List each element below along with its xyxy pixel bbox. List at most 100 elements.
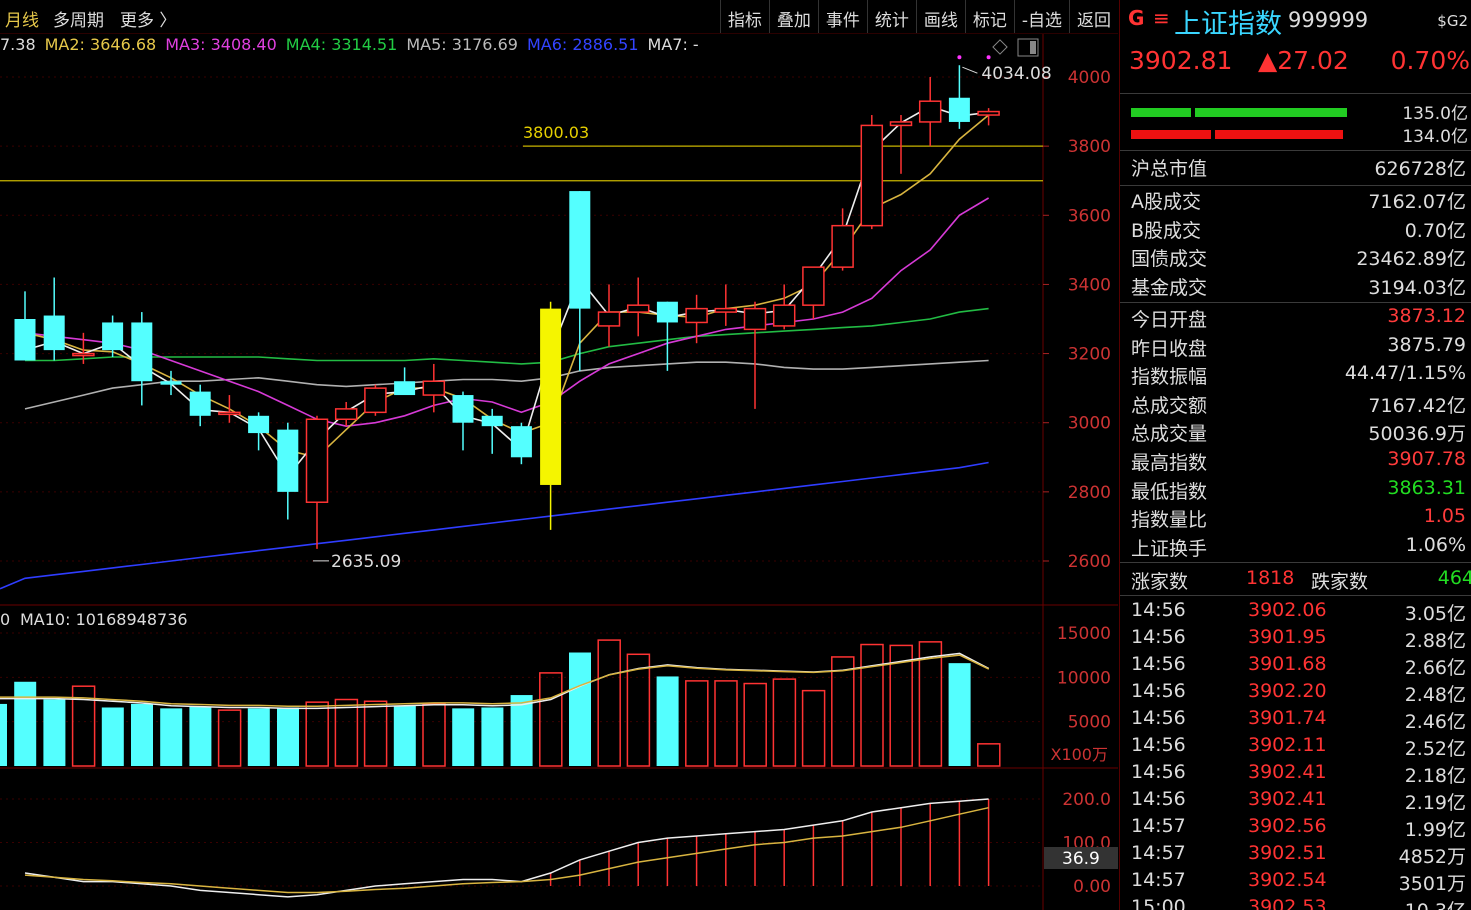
volume-bar	[685, 680, 709, 767]
toolbar-button-3[interactable]: 统计	[866, 0, 916, 33]
volume-bar	[160, 708, 183, 766]
toolbar-button-5[interactable]: 标记	[964, 0, 1014, 33]
tick-price: 3902.41	[1248, 788, 1327, 810]
market-badge: $G2	[1437, 12, 1468, 30]
stat-value: 3875.79	[1387, 333, 1466, 356]
tick-price: 3901.68	[1248, 653, 1327, 675]
candle-body	[189, 391, 211, 416]
stat-value: 7162.07亿	[1368, 191, 1466, 213]
tick-row: 14:56 3902.41 2.19亿	[1120, 787, 1471, 814]
multi-period-button[interactable]: 多周期	[53, 6, 104, 31]
volume-bar	[977, 743, 1001, 767]
volume-bar	[569, 652, 591, 766]
tick-amount: 4852万	[1398, 846, 1466, 868]
candle-body	[481, 415, 503, 427]
stat-label: 指数量比	[1131, 509, 1208, 532]
up-count-label: 涨家数	[1131, 571, 1189, 593]
candle-body	[977, 110, 1000, 116]
up-count: 1818	[1246, 567, 1295, 589]
tick-price: 3902.56	[1248, 815, 1327, 837]
volume-bar	[277, 707, 299, 766]
sell-flow-value: 134.0亿	[1402, 127, 1468, 147]
volume-bar	[101, 707, 124, 766]
index-name: 上证指数	[1174, 9, 1282, 40]
high-label: 4034.08	[981, 64, 1051, 84]
tick-time: 14:56	[1131, 599, 1186, 621]
high-pointer	[962, 66, 978, 74]
stat-value: 44.47/1.15%	[1344, 362, 1466, 385]
toolbar-buttons: 指标 叠加 事件 统计 画线 标记 -自选 返回	[719, 0, 1118, 33]
tick-row: 14:57 3902.51 4852万	[1120, 841, 1471, 868]
toolbar-button-6[interactable]: -自选	[1013, 0, 1069, 33]
toolbar-button-1[interactable]: 叠加	[768, 0, 818, 33]
toolbar-button-0[interactable]: 指标	[719, 0, 769, 33]
stat-value: 1.06%	[1405, 533, 1466, 556]
tick-row: 14:56 3902.41 2.18亿	[1120, 760, 1471, 787]
osc-axis-label: 0.00	[1073, 877, 1111, 897]
tick-amount: 2.88亿	[1404, 630, 1466, 652]
tick-time: 14:56	[1131, 788, 1186, 810]
tick-time: 14:56	[1131, 734, 1186, 756]
ma-legend-item: MA4: 3314.51	[285, 35, 398, 54]
logo-icon[interactable]: G	[1128, 6, 1144, 30]
ma-legend-item: MA2: 3646.68	[44, 35, 157, 54]
toolbar-button-2[interactable]: 事件	[817, 0, 867, 33]
menu-icon[interactable]: ≡	[1153, 6, 1170, 30]
stat-label: 最高指数	[1131, 452, 1208, 474]
tick-price: 3902.41	[1248, 761, 1327, 783]
stat-label: B股成交	[1131, 219, 1202, 242]
period-tab-monthly[interactable]: 月线	[5, 6, 39, 31]
vol-ma5-line	[0, 652, 990, 710]
ma6-line	[0, 461, 989, 590]
vol-axis-unit: X100万	[1050, 745, 1108, 764]
hline-label: 3800.03	[523, 123, 589, 142]
tick-time: 14:56	[1131, 707, 1186, 729]
price-change: ▲27.02	[1258, 46, 1349, 75]
ma-legend-item: MA5: 3176.69	[406, 35, 518, 54]
tick-price: 3902.11	[1248, 734, 1327, 756]
kline-chart[interactable]: 4000 3800 3600 3400 3200 3000 2800 2600 3800.03 4…	[0, 0, 1118, 910]
price-axis-label: 3200	[1068, 345, 1111, 365]
ma-legend-item: MA6: 2886.51	[526, 35, 639, 54]
vol-axis-label: 5000	[1068, 713, 1111, 733]
volume-bar	[452, 708, 475, 766]
price-axis-label: 2800	[1068, 483, 1111, 503]
vol-axis-label: 10000	[1057, 668, 1111, 688]
volume-bar	[743, 682, 767, 767]
candle-body	[918, 100, 942, 123]
tick-time: 14:57	[1131, 815, 1186, 837]
stat-label: 总成交额	[1131, 394, 1208, 417]
osc-value: 36.9	[1062, 849, 1100, 869]
volume-bar	[363, 700, 388, 767]
stat-row: A股成交 7162.07亿	[1120, 185, 1471, 213]
tick-price: 3901.95	[1248, 626, 1327, 648]
toolbar-button-7[interactable]: 返回	[1069, 0, 1118, 33]
toolbar-button-4[interactable]: 画线	[915, 0, 965, 33]
candle-body	[422, 380, 446, 396]
tick-amount: 2.52亿	[1404, 738, 1466, 760]
stat-row: B股成交 0.70亿	[1120, 214, 1471, 242]
candle-body	[160, 381, 182, 385]
stat-label: 今日开盘	[1131, 309, 1208, 331]
volume-bar	[831, 656, 855, 767]
candle-body	[685, 307, 708, 324]
tick-price: 3902.54	[1248, 869, 1327, 891]
more-menu-button[interactable]: 更多 〉	[120, 6, 176, 31]
stat-value: 3863.31	[1387, 476, 1466, 499]
stat-row: 昨日收盘 3875.79	[1120, 332, 1471, 360]
chart-area[interactable]: 4000 3800 3600 3400 3200 3000 2800 2600 3800.03 4…	[0, 0, 1118, 910]
percent-change: 0.70%	[1390, 46, 1470, 75]
index-code: 999999	[1288, 8, 1369, 32]
vol-legend-ma10: MA10: 10168948736	[20, 610, 188, 629]
down-count: 464	[1437, 567, 1471, 589]
stat-value: 0.70亿	[1404, 219, 1466, 242]
candle-body	[218, 411, 241, 416]
ma-legend: 7.38 MA2: 3646.68 MA3: 3408.40 MA4: 3314.51…	[0, 35, 708, 54]
candle-body	[131, 322, 153, 382]
price-axis-label: 3400	[1068, 275, 1111, 295]
tick-amount: 2.46亿	[1404, 711, 1466, 733]
stat-value: 3873.12	[1387, 305, 1466, 327]
volume-bar	[14, 681, 37, 766]
tick-amount: 2.18亿	[1404, 765, 1466, 787]
tick-price: 3902.06	[1248, 599, 1327, 621]
